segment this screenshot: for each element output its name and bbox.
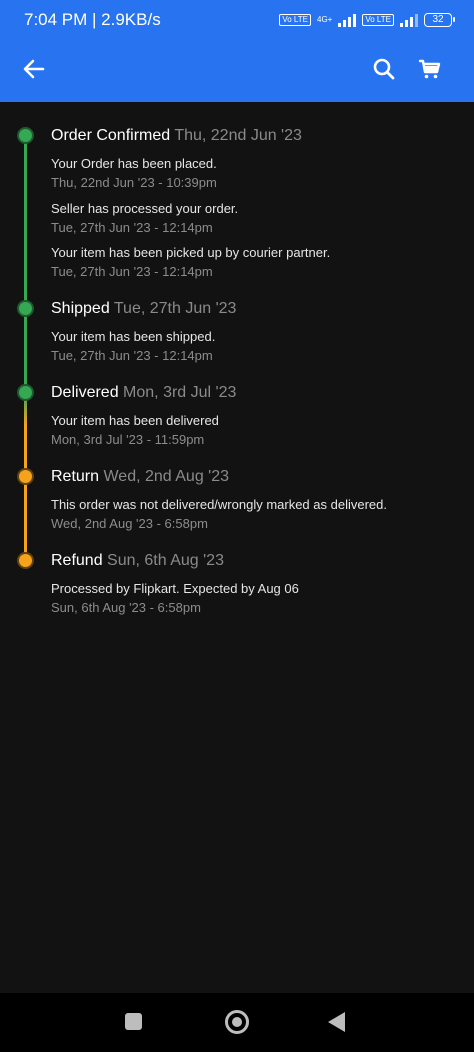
triangle-back-icon[interactable] <box>328 1012 345 1032</box>
event-message: Your item has been delivered <box>51 413 219 428</box>
event-time: Tue, 27th Jun '23 - 12:14pm <box>51 220 213 235</box>
stage-title: Refund Sun, 6th Aug '23 <box>51 552 224 570</box>
event-time: Mon, 3rd Jul '23 - 11:59pm <box>51 432 205 447</box>
timeline-event: Seller has processed your order. Tue, 27… <box>51 201 451 236</box>
event-time: Tue, 27th Jun '23 - 12:14pm <box>51 264 213 279</box>
event-message: Seller has processed your order. <box>51 201 239 216</box>
stage-title: Shipped Tue, 27th Jun '23 <box>51 300 236 318</box>
event-message: Processed by Flipkart. Expected by Aug 0… <box>51 581 299 596</box>
stage-date: Thu, 22nd Jun '23 <box>174 127 302 144</box>
event-message: This order was not delivered/wrongly mar… <box>51 497 387 512</box>
stage-date: Tue, 27th Jun '23 <box>113 300 237 317</box>
signal-icon <box>338 13 357 27</box>
cart-button[interactable] <box>416 55 444 83</box>
stage-status: Refund <box>51 552 103 569</box>
signal-icon-2 <box>400 13 418 27</box>
stage-date: Mon, 3rd Jul '23 <box>123 384 237 401</box>
timeline-dot <box>19 129 32 142</box>
event-message: Your item has been shipped. <box>51 329 216 344</box>
stage-title: Delivered Mon, 3rd Jul '23 <box>51 384 236 402</box>
status-time: 7:04 PM | 2.9KB/s <box>24 10 161 29</box>
timeline-line-orange-2 <box>24 476 27 560</box>
timeline-dot <box>19 302 32 315</box>
timeline-event: Processed by Flipkart. Expected by Aug 0… <box>51 581 451 616</box>
volte-icon-2: Vo LTE <box>362 14 394 26</box>
event-time: Sun, 6th Aug '23 - 6:58pm <box>51 600 201 615</box>
timeline-event: Your item has been delivered Mon, 3rd Ju… <box>51 413 451 448</box>
app-bar <box>0 36 474 102</box>
stage-status: Return <box>51 468 100 485</box>
system-nav-bar <box>0 993 474 1052</box>
event-time: Tue, 27th Jun '23 - 12:14pm <box>51 348 213 363</box>
timeline-event: Your item has been picked up by courier … <box>51 245 451 280</box>
arrow-left-icon <box>23 59 45 79</box>
timeline-dot <box>19 386 32 399</box>
status-icons: Vo LTE 4G+ Vo LTE 32 <box>279 12 455 28</box>
event-time: Wed, 2nd Aug '23 - 6:58pm <box>51 516 208 531</box>
stage-date: Sun, 6th Aug '23 <box>107 552 224 569</box>
stage-status: Delivered <box>51 384 119 401</box>
volte-icon: Vo LTE <box>279 14 311 26</box>
search-icon <box>373 58 395 80</box>
stage-title: Order Confirmed Thu, 22nd Jun '23 <box>51 127 302 145</box>
timeline-dot <box>19 470 32 483</box>
timeline-event: This order was not delivered/wrongly mar… <box>51 497 451 532</box>
stage-status: Order Confirmed <box>51 127 171 144</box>
event-time: Thu, 22nd Jun '23 - 10:39pm <box>51 175 217 190</box>
timeline-event: Your Order has been placed. Thu, 22nd Ju… <box>51 156 451 191</box>
network-type-label: 4G+ <box>317 15 333 24</box>
timeline-line-green <box>24 135 27 392</box>
stage-status: Shipped <box>51 300 110 317</box>
circle-icon[interactable] <box>225 1010 249 1034</box>
battery-icon: 32 <box>424 13 455 27</box>
timeline-line-orange <box>24 392 27 476</box>
event-message: Your Order has been placed. <box>51 156 217 171</box>
timeline-dot <box>19 554 32 567</box>
timeline-event: Your item has been shipped. Tue, 27th Ju… <box>51 329 451 364</box>
stage-date: Wed, 2nd Aug '23 <box>103 468 230 485</box>
back-button[interactable] <box>20 55 48 83</box>
event-message: Your item has been picked up by courier … <box>51 245 331 260</box>
status-bar: 7:04 PM | 2.9KB/s Vo LTE 4G+ Vo LTE 32 <box>0 0 474 36</box>
square-icon[interactable] <box>125 1013 142 1030</box>
search-button[interactable] <box>370 55 398 83</box>
stage-title: Return Wed, 2nd Aug '23 <box>51 468 229 486</box>
cart-icon <box>418 59 441 79</box>
